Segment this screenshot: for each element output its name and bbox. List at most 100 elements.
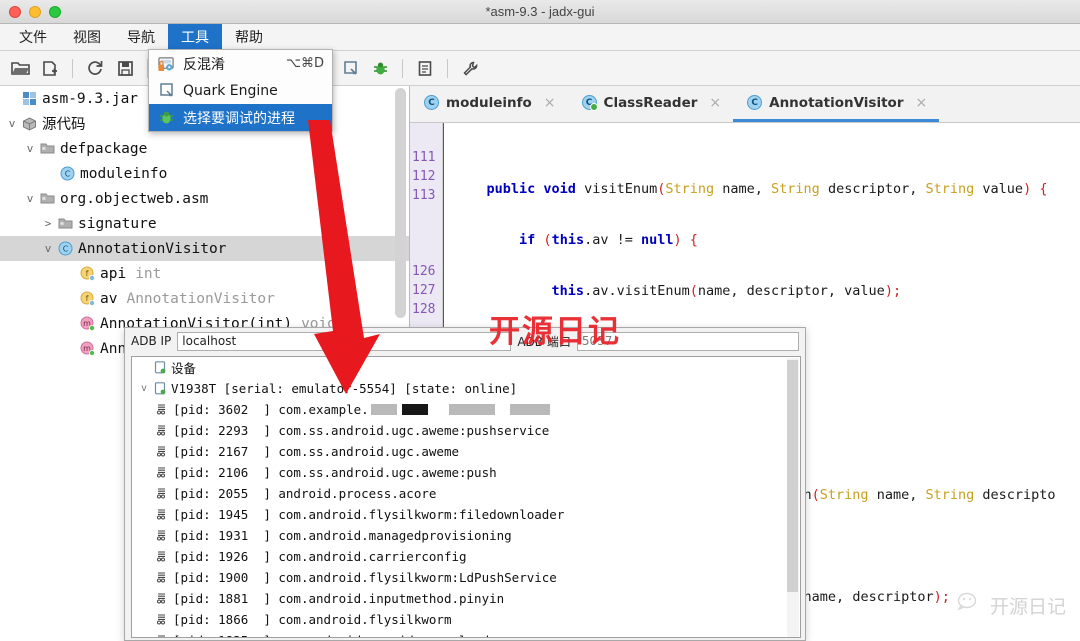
- tab-moduleinfo[interactable]: C moduleinfo ×: [410, 86, 568, 122]
- menu-item-label: 反混淆: [183, 56, 225, 73]
- tree-node-label: api: [100, 265, 127, 282]
- tab-classreader[interactable]: C ClassReader ×: [568, 86, 734, 122]
- line-number: 112: [412, 169, 436, 184]
- package-icon: [20, 116, 39, 131]
- toolbar-separator: [402, 58, 403, 78]
- process-row[interactable]: [pid: 2055 ] android.process.acore: [132, 483, 800, 504]
- menu-navigation[interactable]: 导航: [114, 24, 168, 50]
- menu-item-select-debug-process[interactable]: 选择要调试的进程: [149, 104, 332, 131]
- chevron-down-icon[interactable]: v: [22, 142, 38, 155]
- process-row[interactable]: [pid: 1945 ] com.android.flysilkworm:fil…: [132, 504, 800, 525]
- tree-scrollbar-thumb[interactable]: [395, 88, 406, 318]
- adb-ip-input[interactable]: localhost: [177, 331, 512, 351]
- class-icon: C: [58, 166, 77, 181]
- redaction-block: [509, 404, 550, 415]
- tree-node-type: AnnotationVisitor: [126, 290, 275, 307]
- menu-file[interactable]: 文件: [6, 24, 60, 50]
- close-icon[interactable]: ×: [544, 95, 556, 111]
- tree-node-field-api[interactable]: f api int: [0, 261, 409, 286]
- process-row[interactable]: [pid: 2106 ] com.ss.android.ugc.aweme:pu…: [132, 462, 800, 483]
- chevron-down-icon[interactable]: v: [136, 383, 152, 394]
- tree-node-field-av[interactable]: f av AnnotationVisitor: [0, 286, 409, 311]
- tree-node-moduleinfo[interactable]: C moduleinfo: [0, 161, 409, 186]
- device-label: V1938T [serial: emulator-5554] [state: o…: [171, 381, 518, 396]
- menu-item-label: Quark Engine: [183, 82, 278, 99]
- zoom-window-button[interactable]: [49, 6, 61, 18]
- quark-engine-icon[interactable]: [336, 55, 364, 82]
- menu-item-deobfuscation[interactable]: 反混淆 ⌥⌘D: [149, 50, 332, 77]
- process-icon: [154, 508, 170, 521]
- adb-connection-row: ADB IP localhost ADB 端口 5037: [125, 328, 805, 354]
- minimize-window-button[interactable]: [29, 6, 41, 18]
- process-pid: 1825: [218, 633, 248, 637]
- process-text: [pid: 2167 ] com.ss.android.ugc.aweme: [173, 444, 459, 459]
- process-icon: [154, 592, 170, 605]
- close-icon[interactable]: ×: [709, 95, 721, 111]
- process-row[interactable]: [pid: 1866 ] com.android.flysilkworm: [132, 609, 800, 630]
- device-root-node[interactable]: 设备: [132, 357, 800, 378]
- process-text: [pid: 3602 ] com.example.: [173, 402, 369, 417]
- device-process-list[interactable]: 设备 v V1938T [serial: emulator-5554] [sta…: [131, 356, 801, 638]
- process-name: com.android.flysilkworm: [278, 612, 452, 627]
- process-list-scrollbar[interactable]: [787, 358, 799, 637]
- tools-dropdown-menu: 反混淆 ⌥⌘D Quark Engine 选择要调试的进程: [148, 49, 333, 132]
- process-row[interactable]: [pid: 1881 ] com.android.inputmethod.pin…: [132, 588, 800, 609]
- process-row[interactable]: [pid: 1900 ] com.android.flysilkworm:LdP…: [132, 567, 800, 588]
- process-text: [pid: 1945 ] com.android.flysilkworm:fil…: [173, 507, 565, 522]
- tree-node-defpackage[interactable]: v defpackage: [0, 136, 409, 161]
- process-text: [pid: 2106 ] com.ss.android.ugc.aweme:pu…: [173, 465, 497, 480]
- chevron-down-icon[interactable]: v: [40, 242, 56, 255]
- add-files-icon[interactable]: [36, 55, 64, 82]
- process-row[interactable]: [pid: 2293 ] com.ss.android.ugc.aweme:pu…: [132, 420, 800, 441]
- process-pid: 1926: [218, 549, 249, 564]
- deobfuscation-icon: [157, 55, 175, 73]
- open-file-icon[interactable]: [6, 55, 34, 82]
- chevron-down-icon[interactable]: v: [4, 117, 20, 130]
- process-name: com.android.inputmethod.pinyin: [278, 591, 505, 606]
- chevron-right-icon[interactable]: >: [40, 217, 56, 230]
- process-name: android.process.acore: [278, 486, 437, 501]
- toolbar-separator: [72, 58, 73, 78]
- tree-node-org-objectweb-asm[interactable]: v org.objectweb.asm: [0, 186, 409, 211]
- process-row[interactable]: [pid: 3602 ] com.example.: [132, 399, 800, 420]
- menu-item-quark-engine[interactable]: Quark Engine: [149, 77, 332, 104]
- line-number: [410, 243, 442, 262]
- process-row[interactable]: [pid: 1926 ] com.android.carrierconfig: [132, 546, 800, 567]
- debugger-icon[interactable]: [366, 55, 394, 82]
- wechat-icon: [957, 592, 983, 619]
- field-icon: f: [78, 266, 97, 281]
- window-title: *asm-9.3 - jadx-gui: [485, 4, 595, 19]
- close-window-button[interactable]: [9, 6, 21, 18]
- process-pid: 2106: [218, 465, 249, 480]
- close-icon[interactable]: ×: [916, 95, 928, 111]
- process-row[interactable]: [pid: 1825 ] com.android.providers.calen…: [132, 630, 800, 637]
- device-node[interactable]: v V1938T [serial: emulator-5554] [state:…: [132, 378, 800, 399]
- process-name: com.ss.android.ugc.aweme:pushservice: [278, 423, 550, 438]
- tree-node-signature[interactable]: > signature: [0, 211, 409, 236]
- process-row[interactable]: [pid: 1931 ] com.android.managedprovisio…: [132, 525, 800, 546]
- code-line: this.av.visitEnum(name, descriptor, valu…: [551, 283, 902, 299]
- line-number: 113: [412, 188, 436, 203]
- preferences-icon[interactable]: [456, 55, 484, 82]
- menu-view[interactable]: 视图: [60, 24, 114, 50]
- process-list-scrollbar-thumb[interactable]: [787, 360, 798, 592]
- process-name: com.android.managedprovisioning: [278, 528, 512, 543]
- save-all-icon[interactable]: [111, 55, 139, 82]
- menu-help[interactable]: 帮助: [222, 24, 276, 50]
- debugger-icon: [157, 109, 175, 127]
- menu-tools[interactable]: 工具: [168, 24, 222, 50]
- process-pid: 1900: [218, 570, 249, 585]
- tree-node-label: av: [100, 290, 118, 307]
- class-icon: C: [581, 95, 598, 111]
- process-row[interactable]: [pid: 2167 ] com.ss.android.ugc.aweme: [132, 441, 800, 462]
- process-pid: 2293: [218, 423, 249, 438]
- line-number: 111: [412, 150, 436, 165]
- log-icon[interactable]: [411, 55, 439, 82]
- process-name: com.android.providers.calendar: [278, 633, 504, 637]
- reload-icon[interactable]: [81, 55, 109, 82]
- tree-node-annotationvisitor[interactable]: v C AnnotationVisitor: [0, 236, 409, 261]
- tab-label: moduleinfo: [446, 94, 532, 111]
- tab-annotationvisitor[interactable]: C AnnotationVisitor ×: [733, 86, 940, 122]
- process-icon: [154, 424, 170, 437]
- chevron-down-icon[interactable]: v: [22, 192, 38, 205]
